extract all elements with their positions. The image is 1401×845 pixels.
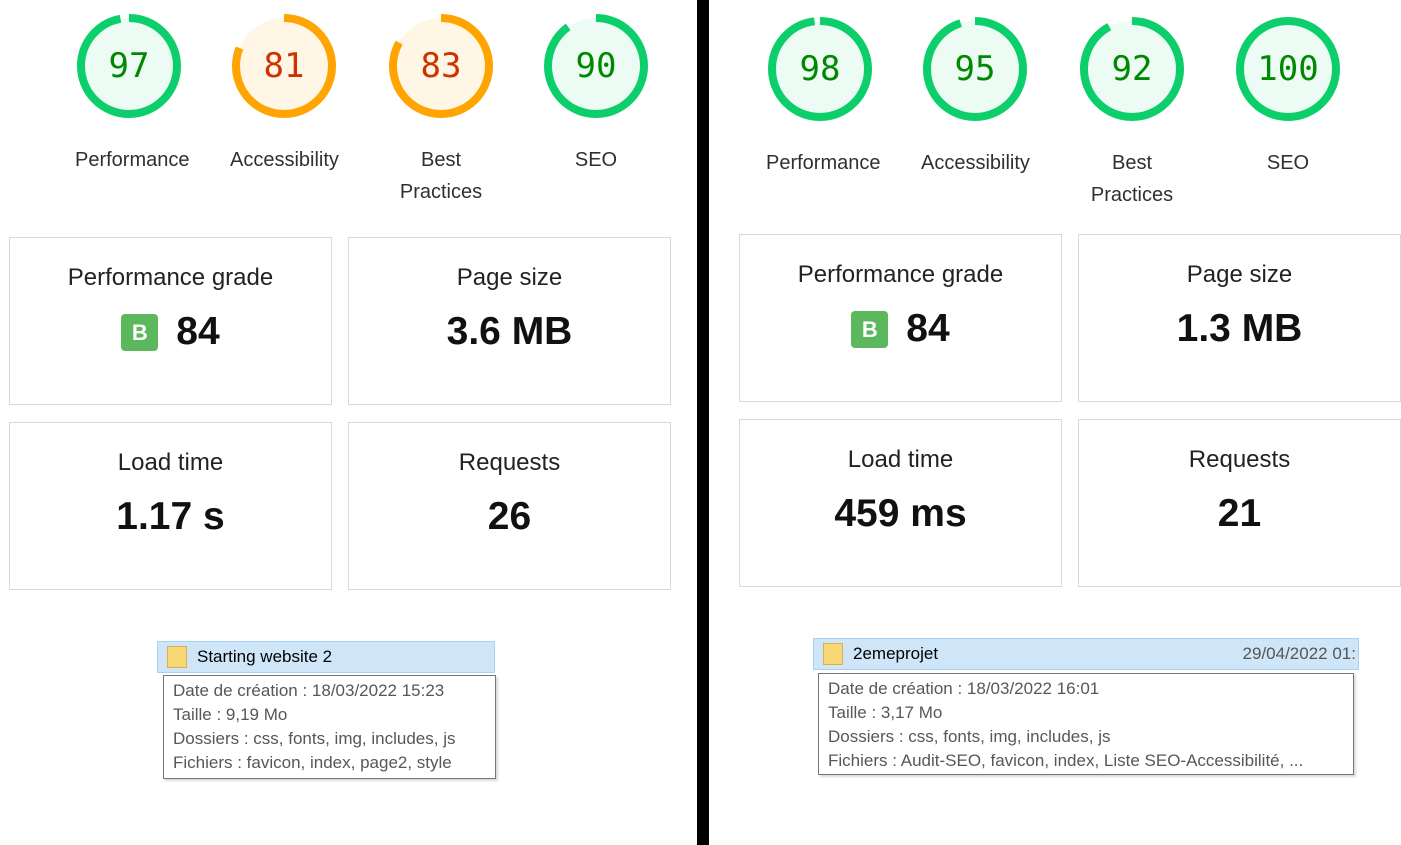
card-value-row: B 84 (10, 310, 331, 354)
gauge-accessibility: 81 Accessibility (230, 12, 339, 176)
folder-tooltip: Date de création : 18/03/2022 16:01 Tail… (818, 673, 1354, 775)
card-value: 1.17 s (116, 495, 225, 538)
gauge-score: 83 (420, 46, 462, 86)
card-value: 21 (1217, 492, 1262, 535)
card-title: Requests (1188, 446, 1291, 473)
right-report-panel: 98 Performance 95 Accessibility 92 Best … (709, 0, 1401, 845)
gauge-label: Performance (75, 149, 190, 171)
tooltip-line: Fichiers : favicon, index, page2, style (173, 753, 452, 772)
card-value: 1.3 MB (1176, 307, 1303, 350)
card-requests: Requests 21 (1078, 419, 1401, 587)
card-page-size: Page size 3.6 MB (348, 237, 671, 405)
gauge-best-practices: 83 Best Practices (387, 12, 495, 208)
tooltip-line: Date de création : 18/03/2022 15:23 (173, 681, 445, 700)
left-report-panel: 97 Performance 81 Accessibility 83 Best … (0, 0, 697, 845)
grade-value: 84 (906, 307, 950, 350)
card-title: Requests (458, 449, 561, 476)
folder-row[interactable]: Starting website 2 (157, 641, 495, 673)
card-value: 459 ms (834, 492, 967, 535)
gauge-performance: 97 Performance (75, 12, 190, 176)
card-value: 26 (487, 495, 532, 538)
card-performance-grade: Performance grade B 84 (739, 234, 1062, 402)
gauge-score: 92 (1111, 49, 1153, 89)
gauge-score: 97 (108, 46, 150, 86)
card-page-size: Page size 1.3 MB (1078, 234, 1401, 402)
gauge-score: 81 (263, 46, 305, 86)
gauge-seo: 90 SEO (542, 12, 650, 176)
gauge-label: SEO (574, 149, 618, 171)
card-title: Page size (1186, 261, 1293, 288)
tooltip-line: Taille : 9,19 Mo (173, 705, 288, 724)
folder-row-left: 2emeprojet (814, 643, 938, 665)
tooltip-line: Dossiers : css, fonts, img, includes, js (828, 727, 1111, 746)
gauge-score: 90 (575, 46, 617, 86)
card-requests: Requests 26 (348, 422, 671, 590)
card-title: Load time (117, 449, 224, 476)
gauge-label: SEO (1266, 152, 1310, 174)
card-load-time: Load time 459 ms (739, 419, 1062, 587)
grade-badge: B (851, 310, 889, 348)
folder-icon (167, 646, 187, 668)
folder-name: Starting website 2 (197, 647, 333, 666)
gauge-accessibility: 95 Accessibility (921, 15, 1030, 179)
card-load-time: Load time 1.17 s (9, 422, 332, 590)
grade-value: 84 (176, 310, 220, 353)
gauge-label: Performance (766, 152, 881, 174)
gauge-best-practices: 92 Best Practices (1078, 15, 1186, 211)
folder-name: 2emeprojet (853, 644, 939, 663)
card-performance-grade: Performance grade B 84 (9, 237, 332, 405)
gauge-score: 100 (1257, 49, 1319, 89)
card-value: 3.6 MB (446, 310, 573, 353)
gauge-score: 95 (954, 49, 996, 89)
tooltip-line: Taille : 3,17 Mo (828, 703, 943, 722)
gauge-seo: 100 SEO (1234, 15, 1342, 179)
gauge-performance: 98 Performance (766, 15, 881, 179)
folder-icon (823, 643, 843, 665)
card-title: Page size (456, 264, 563, 291)
gauge-label: Accessibility (230, 149, 339, 171)
gauge-score: 98 (799, 49, 841, 89)
card-title: Load time (847, 446, 954, 473)
panel-divider (697, 0, 709, 845)
gauge-label: Accessibility (921, 152, 1030, 174)
gauge-label: Best Practices (399, 149, 483, 203)
card-title: Performance grade (67, 264, 274, 291)
card-title: Performance grade (797, 261, 1004, 288)
folder-tooltip: Date de création : 18/03/2022 15:23 Tail… (163, 675, 496, 779)
card-value-row: B 84 (740, 307, 1061, 351)
tooltip-line: Fichiers : Audit-SEO, favicon, index, Li… (828, 751, 1304, 770)
tooltip-line: Dossiers : css, fonts, img, includes, js (173, 729, 456, 748)
grade-badge: B (121, 313, 159, 351)
folder-date: 29/04/2022 01: (1242, 644, 1356, 663)
folder-row[interactable]: 2emeprojet 29/04/2022 01: (813, 638, 1359, 670)
gauge-label: Best Practices (1090, 152, 1174, 206)
tooltip-line: Date de création : 18/03/2022 16:01 (828, 679, 1100, 698)
